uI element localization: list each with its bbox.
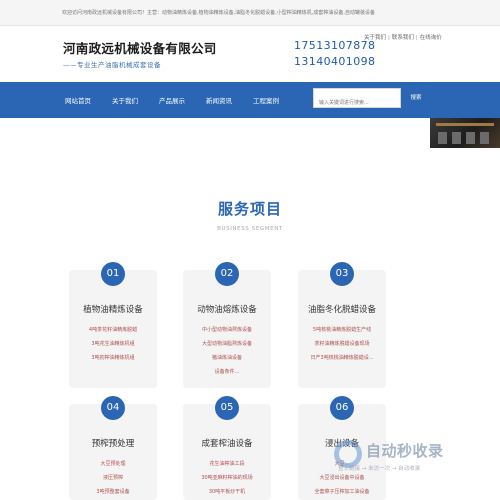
card-link[interactable]: 日产3吨核桃油精炼脱蜡设... (298, 354, 386, 361)
service-card[interactable]: 01 植物油精炼设备 4吨茶花籽油精炼脱蜡 3吨花生油精炼机组 3吨初榨油精炼机… (69, 262, 157, 388)
watermark-text: 自动秒收录 (366, 442, 444, 460)
card-link[interactable]: 4吨茶花籽油精炼脱蜡 (69, 326, 157, 333)
welcome-text: 欢迎访问河南政远机械设备有限公司！主营：动物油精炼设备,植物油精炼设备,油脂冬化… (62, 10, 375, 16)
search-input[interactable] (314, 94, 400, 112)
card-number: 01 (101, 262, 125, 286)
header-links: 关于我们 | 联系我们 | 在线询价 (364, 33, 442, 41)
card-link[interactable]: 3吨花生油精炼机组 (69, 340, 157, 347)
card-number: 06 (330, 396, 354, 420)
search-button[interactable]: 搜索 (401, 88, 431, 108)
watermark: 自动秒收录 登上链接 → 未访一次 → 自动收录 (334, 438, 484, 478)
nav-item-home[interactable]: 网站首页 (65, 95, 91, 105)
banner-stripe (436, 123, 494, 126)
card-title[interactable]: 成套榨油设备 (183, 437, 271, 449)
company-slogan: ——专业生产油脂机械成套设备 (63, 61, 161, 69)
nav-item-products[interactable]: 产品展示 (159, 95, 185, 105)
banner-machine (438, 132, 447, 144)
banner-machine (466, 132, 475, 144)
card-link[interactable]: 液压预榨 (69, 474, 157, 481)
section-title: 服务项目 (217, 200, 282, 218)
card-number: 03 (330, 262, 354, 286)
card-link[interactable]: 花生油榨油工段 (183, 460, 271, 467)
card-link[interactable]: 3吨初榨油精炼机组 (69, 354, 157, 361)
card-link[interactable]: 茶籽油精炼脱蜡设备现场 (298, 340, 386, 347)
card-link[interactable]: 大型动物油脂熬炼设备 (183, 340, 271, 347)
card-title[interactable]: 动物油熔炼设备 (183, 303, 271, 315)
card-link[interactable]: 设备条件... (183, 368, 271, 375)
nav-item-news[interactable]: 新闻资讯 (206, 95, 232, 105)
nav-item-about[interactable]: 关于我们 (112, 95, 138, 105)
card-title[interactable]: 预榨预处理 (69, 437, 157, 449)
card-link[interactable]: 大豆预处理 (69, 460, 157, 467)
link-inquiry[interactable]: 在线询价 (420, 35, 442, 41)
card-link[interactable]: 全套菜子压榨加工油设备 (298, 488, 386, 495)
service-card[interactable]: 02 动物油熔炼设备 中小型动物油熬炼设备 大型动物油脂熬炼设备 猪油炼油设备 … (183, 262, 271, 388)
site-header: 河南政远机械设备有限公司 ——专业生产油脂机械成套设备 17513107878 … (0, 26, 500, 82)
card-link[interactable]: 3吨预整套设备 (69, 488, 157, 495)
banner-image (430, 118, 500, 148)
banner-machine (452, 132, 461, 144)
nav-item-cases[interactable]: 工程案例 (253, 95, 279, 105)
card-link[interactable]: 30吨亚麻籽榨油的现场 (183, 474, 271, 481)
card-title[interactable]: 植物油精炼设备 (69, 303, 157, 315)
link-contact[interactable]: 联系我们 (392, 35, 414, 41)
card-number: 02 (215, 262, 239, 286)
card-link[interactable]: 猪油炼油设备 (183, 354, 271, 361)
card-number: 05 (215, 396, 239, 420)
watermark-subtext: 登上链接 → 未访一次 → 自动收录 (338, 466, 421, 472)
phone-2: 13140401098 (294, 54, 376, 68)
search-field (313, 88, 401, 112)
phone-numbers: 17513107878 13140401098 (294, 38, 375, 69)
service-card[interactable]: 04 预榨预处理 大豆预处理 液压预榨 3吨预整套设备 (69, 396, 157, 500)
company-name[interactable]: 河南政远机械设备有限公司 (63, 38, 217, 57)
card-title[interactable]: 油脂冬化脱蜡设备 (298, 303, 386, 315)
link-about[interactable]: 关于我们 (364, 35, 386, 41)
card-number: 04 (101, 396, 125, 420)
service-card[interactable]: 03 油脂冬化脱蜡设备 5吨核桃油精炼脱蜡生产线 茶籽油精炼脱蜡设备现场 日产3… (298, 262, 386, 388)
card-link[interactable]: 30吨平板炒干机 (183, 488, 271, 495)
card-link[interactable]: 中小型动物油熬炼设备 (183, 326, 271, 333)
service-card[interactable]: 05 成套榨油设备 花生油榨油工段 30吨亚麻籽榨油的现场 30吨平板炒干机 (183, 396, 271, 500)
card-link[interactable]: 5吨核桃油精炼脱蜡生产线 (298, 326, 386, 333)
top-bar: 欢迎访问河南政远机械设备有限公司！主营：动物油精炼设备,植物油精炼设备,油脂冬化… (0, 0, 500, 26)
banner-machine (480, 132, 489, 144)
section-subtitle: BUSINESS SEGMENT (217, 226, 283, 232)
